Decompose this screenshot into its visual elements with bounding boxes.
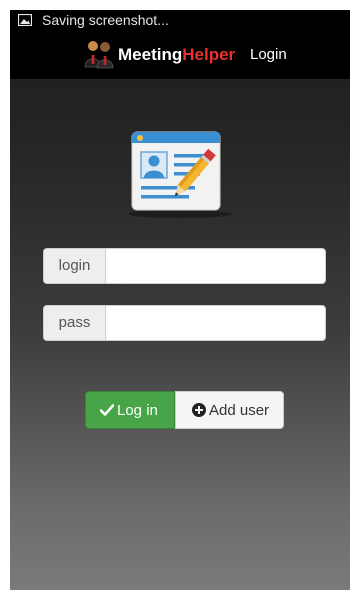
status-notification-text: Saving screenshot... <box>42 12 169 28</box>
login-field[interactable] <box>107 249 325 283</box>
image-icon <box>18 14 32 26</box>
login-input-group: login <box>43 248 326 284</box>
login-field-label: login <box>44 249 106 283</box>
app-screen: Saving screenshot... MeetingHelper Login <box>10 10 350 590</box>
app-title: MeetingHelper <box>118 44 235 66</box>
action-bar-login-link[interactable]: Login <box>250 44 287 66</box>
log-in-button-label: Log in <box>117 402 158 419</box>
status-bar: Saving screenshot... <box>10 10 350 31</box>
app-title-helper: Helper <box>182 45 236 64</box>
action-bar: MeetingHelper Login <box>10 31 350 79</box>
pass-field[interactable] <box>107 306 325 340</box>
pass-field-label: pass <box>44 306 106 340</box>
checkmark-icon <box>100 403 114 416</box>
add-user-button[interactable]: Add user <box>175 391 284 429</box>
app-title-meeting: Meeting <box>118 45 183 64</box>
contact-card-pencil-icon <box>128 131 232 218</box>
add-user-button-label: Add user <box>209 402 270 419</box>
plus-circle-icon <box>192 402 206 417</box>
log-in-button[interactable]: Log in <box>85 391 175 429</box>
meeting-people-icon <box>84 41 114 69</box>
pass-input-group: pass <box>43 305 326 341</box>
